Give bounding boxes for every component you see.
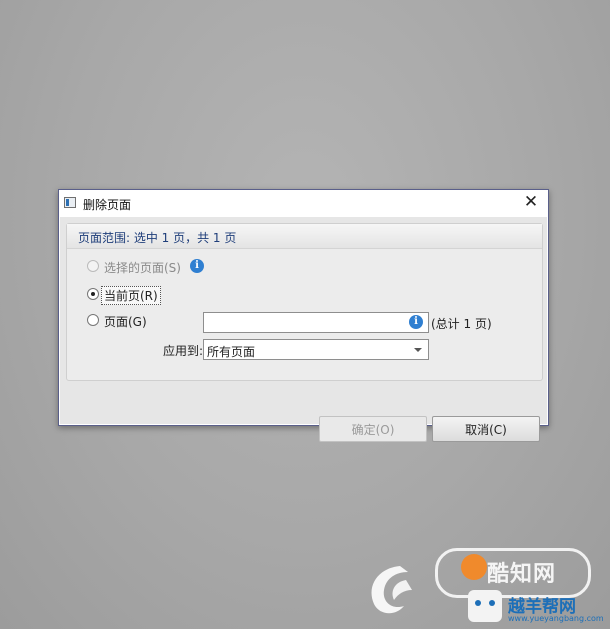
radio-label-current-page: 当前页(R) xyxy=(101,286,161,305)
ok-button[interactable]: 确定(O) xyxy=(319,416,427,442)
page-range-header: 页面范围: 选中 1 页，共 1 页 xyxy=(67,224,542,249)
swirl-logo-icon xyxy=(371,566,412,614)
info-icon[interactable]: i xyxy=(409,315,423,329)
dialog-titlebar: 删除页面 ✕ xyxy=(59,190,548,217)
apply-to-label: 应用到: xyxy=(163,344,204,358)
radio-pages[interactable]: 页面(G) i (总计 1 页) xyxy=(87,312,527,333)
page-range-panel: 页面范围: 选中 1 页，共 1 页 选择的页面(S) i 当前页(R) 页面(… xyxy=(66,223,543,381)
delete-pages-dialog: 删除页面 ✕ 页面范围: 选中 1 页，共 1 页 选择的页面(S) i 当前页… xyxy=(58,189,549,442)
info-icon[interactable]: i xyxy=(190,259,204,273)
radio-button[interactable] xyxy=(87,314,99,326)
dialog-body: 页面范围: 选中 1 页，共 1 页 选择的页面(S) i 当前页(R) 页面(… xyxy=(60,217,547,442)
watermark-sub-logo: 越羊帮网 www.yueyangbang.com xyxy=(460,586,610,629)
apply-to-value: 所有页面 xyxy=(207,345,256,359)
robot-icon xyxy=(468,590,502,622)
radio-button[interactable] xyxy=(87,288,99,300)
chevron-down-icon xyxy=(414,348,422,352)
dialog-app-icon xyxy=(64,197,76,208)
close-icon[interactable]: ✕ xyxy=(522,193,540,211)
apply-to-select[interactable]: 所有页面 xyxy=(203,339,429,360)
radio-label-selected-pages: 选择的页面(S) xyxy=(104,261,181,275)
radio-button[interactable] xyxy=(87,260,99,272)
radio-label-pages: 页面(G) xyxy=(104,315,147,329)
watermark-logo-icon xyxy=(461,554,487,580)
pages-input[interactable] xyxy=(203,312,429,333)
watermark-brand: 酷知网 xyxy=(487,562,557,587)
page-range-title: 页面范围: 选中 1 页，共 1 页 xyxy=(78,231,237,245)
apply-to-row: 应用到: 所有页面 xyxy=(87,339,527,360)
watermark: 酷知网 越羊帮网 www.yueyangbang.com xyxy=(360,548,610,629)
watermark-url: www.yueyangbang.com xyxy=(508,614,604,623)
dialog-title: 删除页面 xyxy=(83,198,132,212)
total-pages-label: (总计 1 页) xyxy=(431,317,492,331)
cancel-button[interactable]: 取消(C) xyxy=(432,416,540,442)
